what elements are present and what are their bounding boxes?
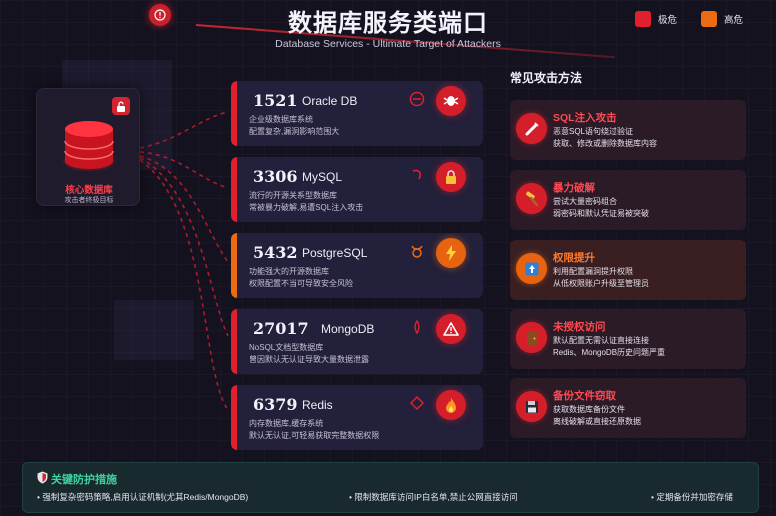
- attack-desc-line2: 从低权限账户升级至管理员: [553, 279, 649, 288]
- port-card-postgresql[interactable]: 5432 PostgreSQL 功能强大的开源数据库 权限配置不当可导致安全风险: [231, 233, 483, 298]
- attack-desc-line1: 利用配置漏洞提升权限: [553, 267, 633, 276]
- attack-desc-line1: 获取数据库备份文件: [553, 405, 625, 414]
- port-service-name: Redis: [302, 398, 333, 412]
- port-desc-line1: NoSQL文档型数据库: [249, 343, 324, 352]
- port-service-name: MySQL: [302, 170, 343, 184]
- syringe-icon: [516, 113, 547, 144]
- severity-bar: [231, 81, 237, 146]
- database-icon: [64, 121, 114, 169]
- severity-bar: [231, 233, 237, 298]
- attack-desc-line2: 弱密码和默认凭证易被突破: [553, 209, 649, 218]
- port-desc-line2: 常被暴力破解,易遭SQL注入攻击: [249, 203, 364, 212]
- defense-panel: 关键防护措施 • 强制复杂密码策略,启用认证机制(尤其Redis/MongoDB…: [22, 462, 759, 513]
- port-card-redis[interactable]: 6379 Redis 内存数据库,缓存系统 默认无认证,可轻易获取完整数据权限: [231, 385, 483, 450]
- attack-desc-line1: 默认配置无需认证直接连接: [553, 336, 649, 345]
- lock-icon: [112, 97, 130, 115]
- attack-card-privilege-escalation[interactable]: 权限提升 利用配置漏洞提升权限 从低权限账户升级至管理员: [510, 240, 746, 300]
- attack-name: 未授权访问: [553, 321, 606, 333]
- port-number: 27017: [253, 319, 309, 338]
- port-desc-line1: 企业级数据库系统: [249, 115, 313, 124]
- attack-name: 备份文件窃取: [553, 390, 616, 402]
- port-service-name: PostgreSQL: [302, 246, 368, 260]
- diamond-icon: [409, 395, 425, 411]
- port-number: 6379: [253, 395, 298, 414]
- severity-bar: [231, 309, 237, 374]
- core-label: 核心数据库: [65, 185, 113, 196]
- bolt-icon: [436, 238, 466, 268]
- port-number: 3306: [253, 167, 298, 186]
- core-database-card[interactable]: 核心数据库 攻击者终极目标: [36, 88, 140, 206]
- floppy-disk-icon: [516, 391, 547, 422]
- shield-icon: [37, 471, 48, 484]
- attack-name: 权限提升: [553, 252, 595, 264]
- port-desc-line2: 默认无认证,可轻易获取完整数据权限: [249, 431, 380, 440]
- arrow-up-icon: [516, 253, 547, 284]
- hammer-icon: [516, 183, 547, 214]
- port-number: 5432: [253, 243, 298, 262]
- port-service-name: Oracle DB: [302, 94, 358, 108]
- attack-name: 暴力破解: [553, 182, 595, 194]
- port-card-mongodb[interactable]: 27017 MongoDB NoSQL文档型数据库 曾因默认无认证导致大量数据泄…: [231, 309, 483, 374]
- severity-bar: [231, 157, 237, 222]
- port-card-oracle[interactable]: 1521 Oracle DB 企业级数据库系统 配置复杂,漏洞影响范围大: [231, 81, 483, 146]
- port-number: 1521: [253, 91, 298, 110]
- attack-name: SQL注入攻击: [553, 112, 617, 124]
- fire-icon: [436, 390, 466, 420]
- door-icon: [516, 322, 547, 353]
- defense-item: • 强制复杂密码策略,启用认证机制(尤其Redis/MongoDB): [37, 492, 249, 502]
- dolphin-icon: [409, 167, 425, 183]
- port-desc-line1: 流行的开源关系型数据库: [249, 191, 337, 200]
- minus-circle-icon: [409, 91, 425, 107]
- port-card-mysql[interactable]: 3306 MySQL 流行的开源关系型数据库 常被暴力破解,易遭SQL注入攻击: [231, 157, 483, 222]
- defense-title: 关键防护措施: [51, 474, 117, 486]
- attack-desc-line1: 尝试大量密码组合: [553, 197, 617, 206]
- lock-icon: [436, 162, 466, 192]
- attack-desc-line2: 离线破解或直接还原数据: [553, 417, 641, 426]
- warning-icon: [436, 314, 466, 344]
- port-desc-line2: 配置复杂,漏洞影响范围大: [249, 127, 340, 136]
- port-desc-line1: 内存数据库,缓存系统: [249, 419, 324, 428]
- attack-card-unauthorized-access[interactable]: 未授权访问 默认配置无需认证直接连接 Redis、MongoDB历史问题严重: [510, 309, 746, 369]
- attack-card-backup-theft[interactable]: 备份文件窃取 获取数据库备份文件 离线破解或直接还原数据: [510, 378, 746, 438]
- port-service-name: MongoDB: [321, 322, 375, 336]
- attack-desc-line2: Redis、MongoDB历史问题严重: [553, 348, 666, 357]
- elephant-icon: [409, 243, 425, 259]
- core-sub-label: 攻击者终极目标: [64, 197, 114, 204]
- defense-item: • 定期备份并加密存储: [651, 492, 733, 502]
- severity-bar: [231, 385, 237, 450]
- port-desc-line2: 曾因默认无认证导致大量数据泄露: [249, 355, 369, 364]
- bug-icon: [436, 86, 466, 116]
- attack-desc-line2: 获取、修改或删除数据库内容: [553, 139, 657, 148]
- leaf-icon: [409, 319, 425, 335]
- port-desc-line1: 功能强大的开源数据库: [249, 267, 329, 276]
- defense-item: • 限制数据库访问IP白名单,禁止公网直接访问: [349, 492, 518, 502]
- attack-card-sql-injection[interactable]: SQL注入攻击 恶意SQL语句绕过验证 获取、修改或删除数据库内容: [510, 100, 746, 160]
- attack-card-brute-force[interactable]: 暴力破解 尝试大量密码组合 弱密码和默认凭证易被突破: [510, 170, 746, 230]
- attack-section-title: 常见攻击方法: [510, 71, 583, 85]
- port-desc-line2: 权限配置不当可导致安全风险: [249, 279, 353, 288]
- attack-desc-line1: 恶意SQL语句绕过验证: [553, 127, 634, 136]
